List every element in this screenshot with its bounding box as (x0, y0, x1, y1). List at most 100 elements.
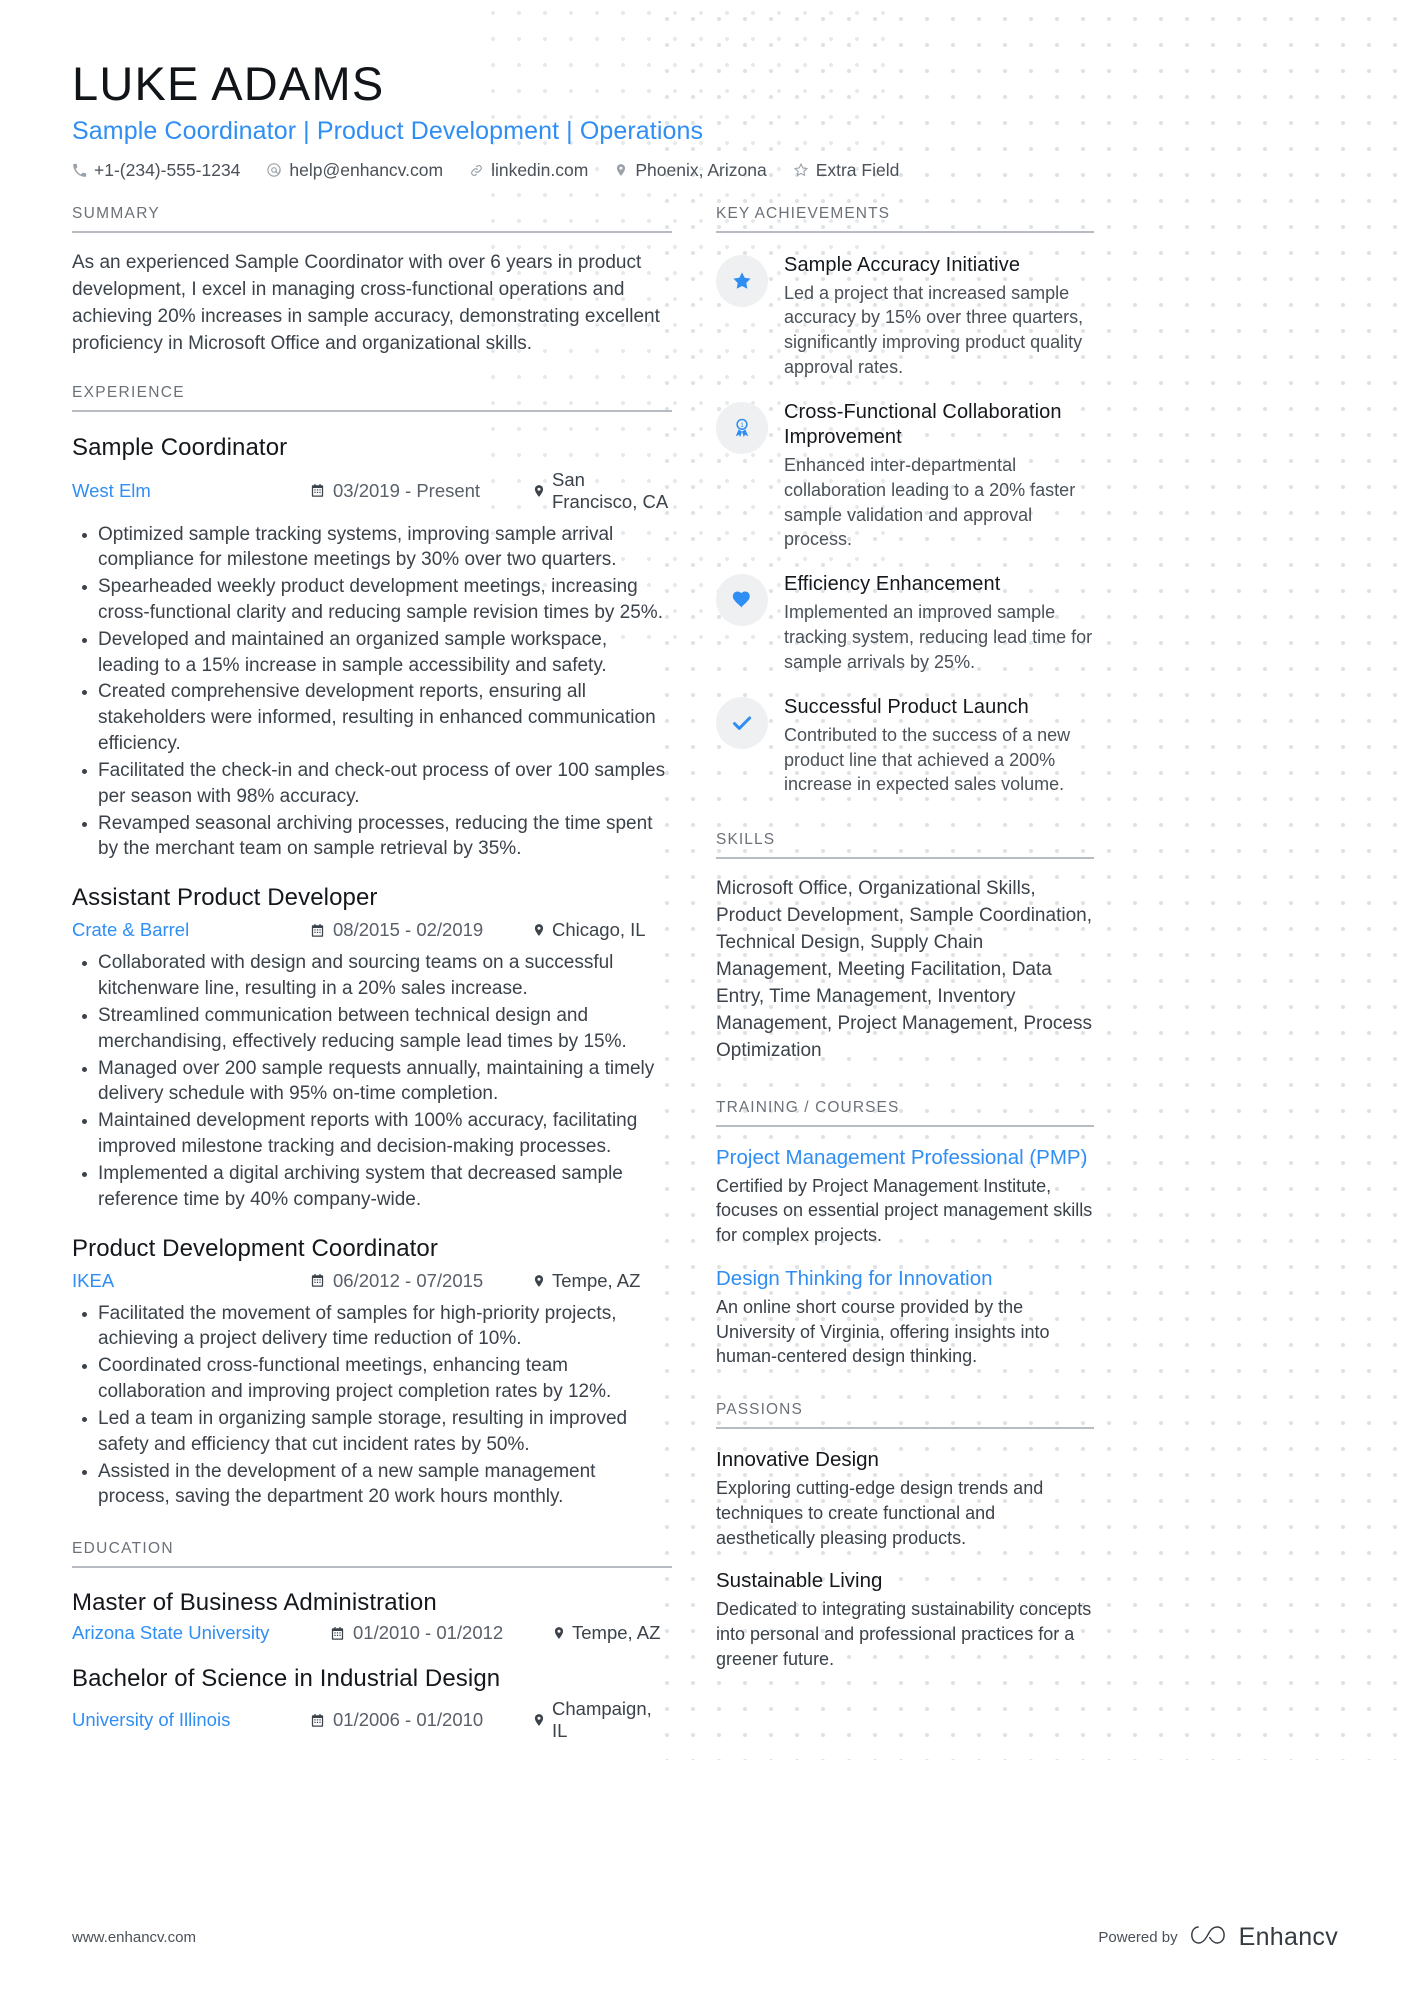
education-dates-text: 01/2010 - 01/2012 (353, 1622, 504, 1644)
experience-bullets: Facilitated the movement of samples for … (72, 1301, 672, 1511)
achievement-desc: Enhanced inter-departmental collaboratio… (784, 454, 1076, 550)
education-entry: Bachelor of Science in Industrial Design… (72, 1665, 672, 1742)
section-skills: SKILLS Microsoft Office, Organizational … (716, 831, 1094, 1065)
heart-icon (731, 589, 753, 611)
check-icon (730, 711, 754, 735)
education-location: Champaign, IL (532, 1698, 672, 1742)
experience-role: Product Development Coordinator (72, 1234, 438, 1262)
education-location-text: Tempe, AZ (572, 1622, 661, 1644)
education-school[interactable]: Arizona State University (72, 1622, 330, 1644)
achievement-item: 1 Cross-Functional Collaboration Improve… (716, 400, 1094, 552)
experience-dates-text: 06/2012 - 07/2015 (333, 1269, 484, 1291)
bullet-item: Developed and maintained an organized sa… (82, 627, 672, 679)
experience-location-text: San Francisco, CA (552, 468, 669, 512)
achievement-desc: Implemented an improved sample tracking … (784, 602, 1093, 672)
footer-url[interactable]: www.enhancv.com (72, 1929, 196, 1946)
education-dates: 01/2010 - 01/2012 (330, 1622, 552, 1644)
calendar-icon (310, 1713, 325, 1728)
bullet-item: Implemented a digital archiving system t… (82, 1161, 672, 1213)
bullet-item: Streamlined communication between techni… (82, 1003, 672, 1055)
resume-page: LUKE ADAMS Sample Coordinator | Product … (0, 0, 1410, 1742)
experience-dates: 08/2015 - 02/2019 (310, 919, 532, 941)
powered-by-label: Powered by (1098, 1929, 1178, 1946)
bullet-item: Collaborated with design and sourcing te… (82, 950, 672, 1002)
experience-location-text: Tempe, AZ (552, 1269, 641, 1291)
footer-branding: Powered by Enhancv (1098, 1922, 1338, 1953)
section-training-courses: TRAINING / COURSES Project Management Pr… (716, 1099, 1094, 1369)
resume-body: SUMMARY As an experienced Sample Coordin… (72, 205, 1338, 1743)
experience-entry: Sample Coordinator West Elm 03/2019 - Pr… (72, 434, 672, 863)
achievement-body: Cross-Functional Collaboration Improveme… (784, 400, 1094, 552)
contact-linkedin[interactable]: linkedin.com (469, 160, 588, 181)
contact-phone[interactable]: +1-(234)-555-1234 (72, 160, 240, 181)
contact-extra-field: Extra Field (793, 160, 899, 181)
experience-meta: West Elm 03/2019 - Present San Francisco… (72, 469, 672, 513)
award-ribbon-icon: 1 (731, 417, 753, 439)
achievement-title: Efficiency Enhancement (784, 573, 1001, 596)
achievement-badge (716, 254, 768, 307)
achievement-desc: Contributed to the success of a new prod… (784, 724, 1071, 795)
course-item: Design Thinking for Innovation An online… (716, 1266, 1094, 1369)
course-desc: An online short course provided by the U… (716, 1296, 1050, 1367)
education-dates: 01/2006 - 01/2010 (310, 1709, 532, 1731)
enhancv-brand-name: Enhancv (1238, 1923, 1338, 1951)
education-school[interactable]: University of Illinois (72, 1709, 310, 1731)
section-title-training-courses: TRAINING / COURSES (716, 1099, 1094, 1127)
experience-dates-text: 03/2019 - Present (333, 479, 481, 501)
passion-item: Innovative Design Exploring cutting-edge… (716, 1447, 1094, 1550)
passion-item: Sustainable Living Dedicated to integrat… (716, 1568, 1094, 1671)
course-title[interactable]: Design Thinking for Innovation (716, 1266, 1094, 1292)
section-key-achievements: KEY ACHIEVEMENTS Sample Accuracy Initiat… (716, 205, 1094, 798)
experience-location: Chicago, IL (532, 919, 646, 941)
experience-meta: Crate & Barrel 08/2015 - 02/2019 Chicago… (72, 919, 672, 941)
section-title-experience: EXPERIENCE (72, 384, 672, 412)
section-experience: EXPERIENCE Sample Coordinator West Elm 0… (72, 384, 672, 1511)
experience-entry: Assistant Product Developer Crate & Barr… (72, 884, 672, 1212)
left-column: SUMMARY As an experienced Sample Coordin… (72, 205, 672, 1743)
phone-icon (72, 163, 87, 178)
enhancv-brand[interactable]: Enhancv (1190, 1922, 1338, 1953)
bullet-item: Facilitated the movement of samples for … (82, 1301, 672, 1353)
contact-phone-text: +1-(234)-555-1234 (94, 159, 241, 180)
section-title-skills: SKILLS (716, 831, 1094, 860)
contact-bar: +1-(234)-555-1234 help@enhancv.com linke… (72, 160, 1338, 181)
location-icon (614, 162, 628, 178)
passion-desc: Exploring cutting-edge design trends and… (716, 1477, 1044, 1548)
enhancv-logo-icon (1190, 1922, 1230, 1953)
section-title-passions: PASSIONS (716, 1401, 1094, 1430)
course-item: Project Management Professional (PMP) Ce… (716, 1145, 1094, 1248)
location-icon (532, 1712, 546, 1728)
calendar-icon (310, 923, 325, 938)
education-degree: Bachelor of Science in Industrial Design (72, 1665, 501, 1693)
achievement-badge: 1 (716, 401, 768, 454)
contact-email[interactable]: help@enhancv.com (266, 160, 443, 181)
location-icon (532, 1273, 546, 1289)
section-summary: SUMMARY As an experienced Sample Coordin… (72, 205, 672, 358)
achievement-badge (716, 574, 768, 627)
experience-company[interactable]: IKEA (72, 1270, 310, 1292)
column-gap (672, 205, 716, 1743)
calendar-icon (310, 483, 325, 498)
education-location: Tempe, AZ (552, 1622, 660, 1644)
location-icon (532, 922, 546, 938)
achievement-body: Efficiency Enhancement Implemented an im… (784, 572, 1094, 674)
achievement-title: Cross-Functional Collaboration Improveme… (784, 400, 1062, 448)
experience-company[interactable]: Crate & Barrel (72, 919, 310, 941)
education-degree: Master of Business Administration (72, 1589, 437, 1617)
course-desc: Certified by Project Management Institut… (716, 1175, 1093, 1246)
summary-text: As an experienced Sample Coordinator wit… (72, 251, 660, 354)
bullet-item: Coordinated cross-functional meetings, e… (82, 1353, 672, 1405)
contact-email-text: help@enhancv.com (289, 159, 444, 180)
contact-location: Phoenix, Arizona (614, 160, 767, 181)
section-title-key-achievements: KEY ACHIEVEMENTS (716, 205, 1094, 233)
page-footer: www.enhancv.com Powered by Enhancv (0, 1922, 1410, 1953)
bullet-item: Created comprehensive development report… (82, 679, 672, 756)
experience-entry: Product Development Coordinator IKEA 06/… (72, 1235, 672, 1511)
passion-title: Sustainable Living (716, 1569, 883, 1593)
bullet-item: Facilitated the check-in and check-out p… (82, 758, 672, 810)
bullet-item: Assisted in the development of a new sam… (82, 1459, 672, 1511)
course-title[interactable]: Project Management Professional (PMP) (716, 1145, 1094, 1171)
experience-dates-text: 08/2015 - 02/2019 (333, 919, 484, 941)
experience-company[interactable]: West Elm (72, 480, 310, 502)
candidate-headline: Sample Coordinator | Product Development… (72, 116, 704, 145)
